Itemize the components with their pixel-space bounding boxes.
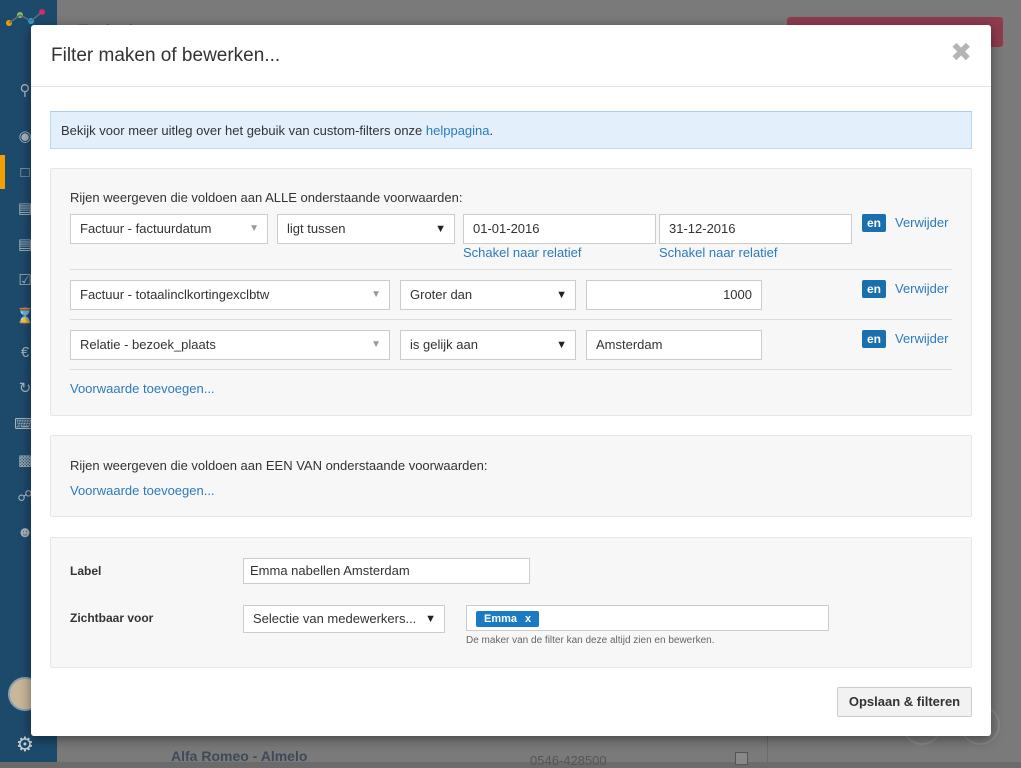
visible-for-label: Zichtbaar voor (70, 611, 154, 625)
row-divider (70, 269, 952, 270)
condition-1-date-from-value: 01-01-2016 (473, 221, 540, 236)
info-text: Bekijk voor meer uitleg over het gebuik … (61, 123, 426, 138)
chevron-down-icon: ▼ (556, 339, 567, 351)
condition-3-conjunction-badge[interactable]: en (862, 330, 886, 348)
all-conditions-panel: Rijen weergeven die voldoen aan ALLE ond… (50, 168, 972, 416)
visibility-hint: De maker van de filter kan deze altijd z… (466, 635, 715, 646)
filter-modal: Filter maken of bewerken... ✖ Bekijk voo… (31, 25, 991, 736)
gear-icon[interactable]: ⚙ (16, 732, 34, 757)
sidebar-active-marker (0, 155, 5, 189)
condition-2-operator-value: Groter dan (410, 287, 473, 302)
row-divider (70, 369, 952, 370)
condition-1-remove-link[interactable]: Verwijder (895, 215, 948, 230)
info-suffix: . (489, 123, 494, 138)
chevron-down-icon: ▼ (556, 289, 567, 301)
condition-3-value-input[interactable]: Amsterdam (586, 330, 762, 360)
label-field-label: Label (70, 564, 102, 578)
condition-2-remove-link[interactable]: Verwijder (895, 281, 948, 296)
chevron-down-icon: ▼ (371, 339, 381, 350)
chevron-down-icon: ▼ (371, 289, 381, 300)
add-condition-any-link[interactable]: Voorwaarde toevoegen... (70, 483, 215, 498)
condition-2-value-input[interactable]: 1000 (586, 280, 762, 310)
chevron-down-icon: ▼ (435, 223, 446, 235)
employee-tags-input[interactable]: Emma x (466, 605, 829, 631)
visible-for-select[interactable]: Selectie van medewerkers... ▼ (243, 605, 445, 633)
condition-1-operator-select[interactable]: ligt tussen ▼ (277, 214, 455, 244)
condition-1-date-to-value: 31-12-2016 (669, 221, 736, 236)
condition-1-switch-relative-from[interactable]: Schakel naar relatief (463, 245, 582, 260)
any-conditions-panel: Rijen weergeven die voldoen aan EEN VAN … (50, 435, 972, 517)
modal-title: Filter maken of bewerken... (51, 45, 281, 66)
employee-tag-label: Emma (484, 613, 518, 625)
chevron-down-icon: ▼ (425, 613, 436, 625)
close-icon[interactable]: ✖ (950, 39, 972, 65)
condition-2-field-value: Factuur - totaalinclkortingexclbtw (80, 287, 270, 302)
condition-3-value: Amsterdam (596, 337, 663, 352)
row-divider (70, 319, 952, 320)
condition-1-operator-value: ligt tussen (287, 221, 346, 236)
any-conditions-heading: Rijen weergeven die voldoen aan EEN VAN … (70, 458, 488, 473)
save-and-filter-button[interactable]: Opslaan & filteren (837, 687, 972, 717)
condition-2-conjunction-badge[interactable]: en (862, 280, 886, 298)
table-row-checkbox (735, 752, 748, 765)
condition-2-operator-select[interactable]: Groter dan ▼ (400, 280, 576, 310)
condition-2-field-select[interactable]: Factuur - totaalinclkortingexclbtw ▼ (70, 280, 390, 310)
employee-tag: Emma x (476, 611, 540, 627)
condition-1-conjunction-badge[interactable]: en (862, 214, 886, 232)
condition-1-date-to-input[interactable]: 31-12-2016 (659, 214, 852, 244)
condition-1-field-value: Factuur - factuurdatum (80, 221, 212, 236)
condition-3-operator-value: is gelijk aan (410, 337, 478, 352)
condition-2-value: 1000 (723, 287, 752, 302)
modal-header: Filter maken of bewerken... ✖ (31, 25, 991, 87)
help-page-link[interactable]: helppagina (426, 123, 490, 138)
condition-3-field-select[interactable]: Relatie - bezoek_plaats ▼ (70, 330, 390, 360)
condition-1-field-select[interactable]: Factuur - factuurdatum ▼ (70, 214, 268, 244)
info-box: Bekijk voor meer uitleg over het gebuik … (50, 111, 972, 149)
label-input[interactable]: Emma nabellen Amsterdam (243, 558, 530, 584)
table-row-phone: 0546-428500 (530, 753, 607, 768)
all-conditions-heading: Rijen weergeven die voldoen aan ALLE ond… (70, 190, 463, 205)
visible-for-select-value: Selectie van medewerkers... (253, 611, 417, 626)
filter-settings-panel: Label Emma nabellen Amsterdam Zichtbaar … (50, 537, 972, 668)
chevron-down-icon: ▼ (249, 223, 259, 234)
condition-1-date-from-input[interactable]: 01-01-2016 (463, 214, 656, 244)
condition-1-switch-relative-to[interactable]: Schakel naar relatief (659, 245, 778, 260)
add-condition-all-link[interactable]: Voorwaarde toevoegen... (70, 381, 215, 396)
condition-3-field-value: Relatie - bezoek_plaats (80, 337, 216, 352)
label-input-value: Emma nabellen Amsterdam (250, 563, 410, 578)
condition-3-operator-select[interactable]: is gelijk aan ▼ (400, 330, 576, 360)
employee-tag-remove[interactable]: x (525, 613, 531, 625)
condition-3-remove-link[interactable]: Verwijder (895, 331, 948, 346)
